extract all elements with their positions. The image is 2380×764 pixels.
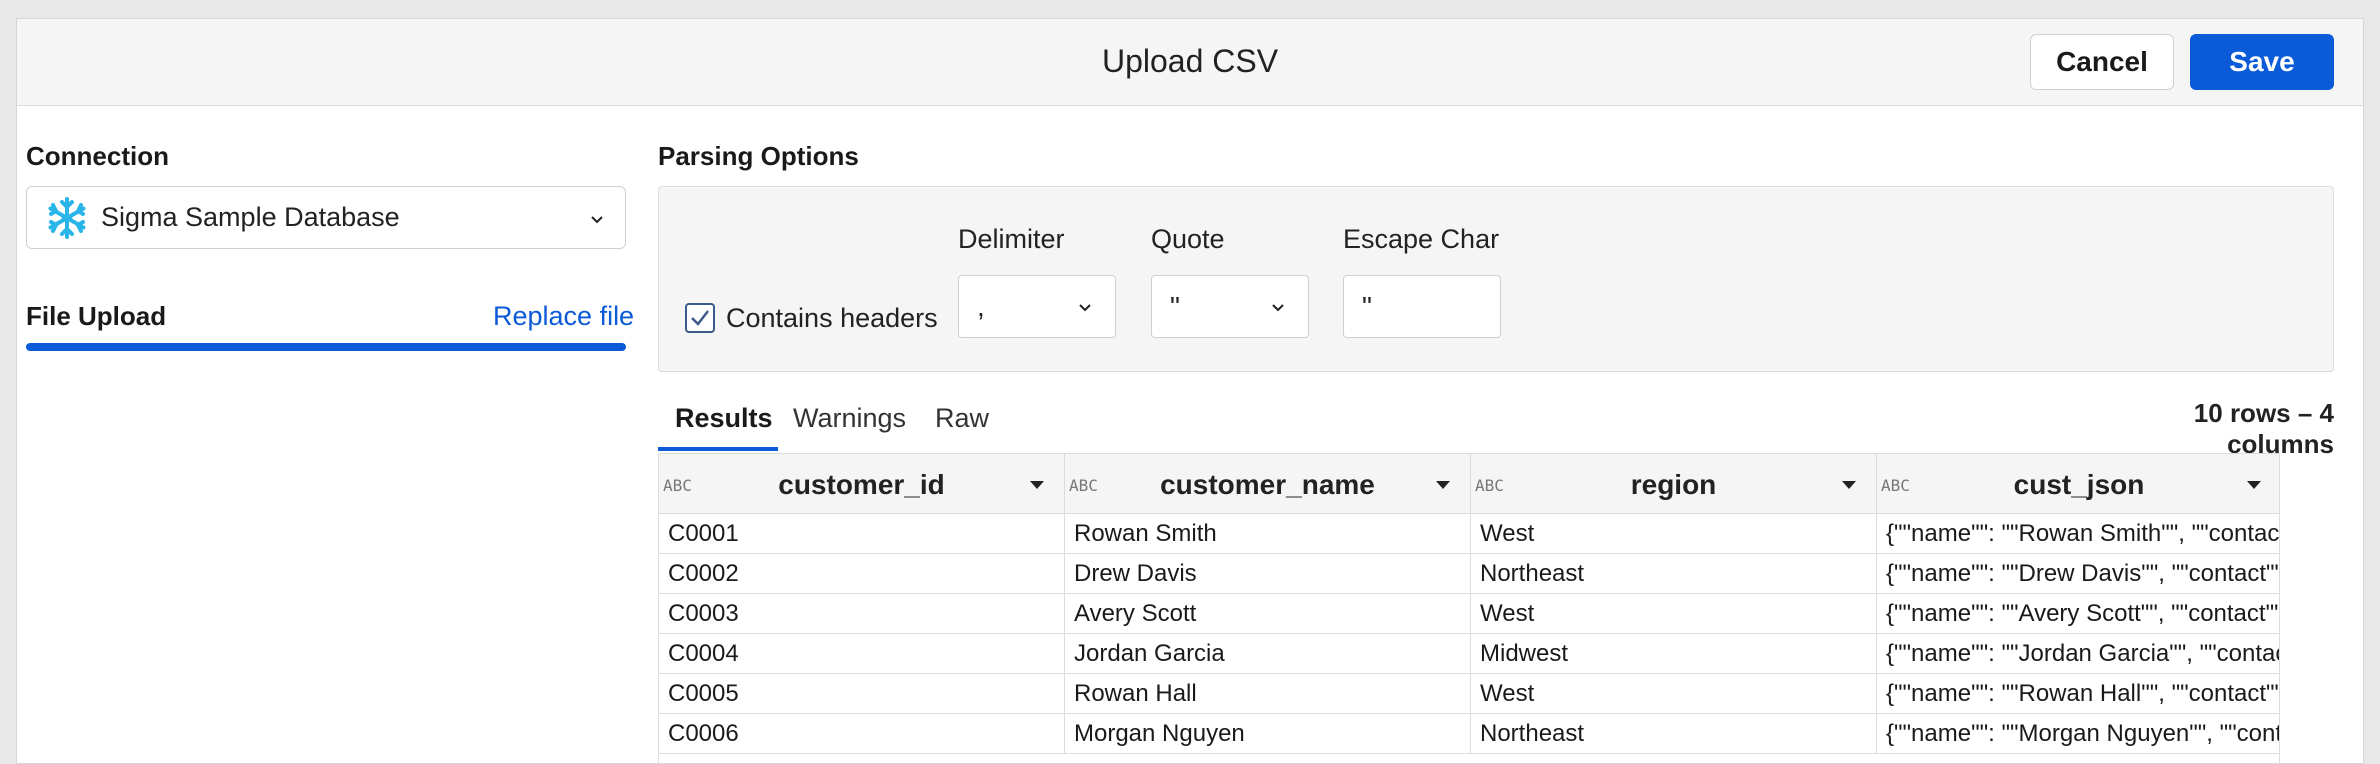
active-tab-indicator <box>658 447 778 451</box>
save-button[interactable]: Save <box>2190 34 2334 90</box>
table-cell: Morgan Nguyen <box>1065 714 1471 754</box>
table-cell: Avery Scott <box>1065 594 1471 634</box>
column-header-label: region <box>1630 469 1717 500</box>
caret-down-icon[interactable] <box>1030 481 1044 489</box>
delimiter-value: , <box>977 291 985 322</box>
tab-warnings[interactable]: Warnings <box>793 403 906 434</box>
preview-table: ABC customer_id ABC customer_name ABC re… <box>658 453 2280 763</box>
table-cell: Drew Davis <box>1065 554 1471 594</box>
chevron-down-icon <box>1079 304 1091 312</box>
table-row: C0002 Drew Davis Northeast {""name"": ""… <box>659 554 2280 594</box>
table-row: C0004 Jordan Garcia Midwest {""name"": "… <box>659 634 2280 674</box>
table-cell: C0006 <box>659 714 1065 754</box>
replace-file-link[interactable]: Replace file <box>493 301 634 332</box>
table-cell: C0003 <box>659 594 1065 634</box>
connection-select[interactable]: Sigma Sample Database <box>26 186 626 249</box>
parsing-options-label: Parsing Options <box>658 141 859 171</box>
upload-progress-bar <box>26 343 626 351</box>
chevron-down-icon <box>591 216 603 224</box>
table-cell: C0002 <box>659 554 1065 594</box>
column-header[interactable]: ABC region <box>1471 454 1877 514</box>
caret-down-icon[interactable] <box>1842 481 1856 489</box>
quote-value: " <box>1170 291 1180 322</box>
tab-raw[interactable]: Raw <box>935 403 989 434</box>
column-header[interactable]: ABC customer_id <box>659 454 1065 514</box>
table-cell: Rowan Smith <box>1065 514 1471 554</box>
table-row: C0006 Morgan Nguyen Northeast {""name"":… <box>659 714 2280 754</box>
escape-char-label: Escape Char <box>1343 224 1500 254</box>
connection-label: Connection <box>26 141 169 171</box>
file-upload-label: File Upload <box>26 301 167 331</box>
chevron-down-icon <box>1272 304 1284 312</box>
dialog-title: Upload CSV <box>1101 43 1279 79</box>
column-header-label: customer_id <box>778 469 945 500</box>
check-icon <box>691 310 709 326</box>
caret-down-icon[interactable] <box>2247 481 2261 489</box>
table-row: C0005 Rowan Hall West {""name"": ""Rowan… <box>659 674 2280 714</box>
snowflake-icon <box>48 196 86 239</box>
column-header-label: cust_json <box>2013 469 2145 500</box>
table-cell: {""name"": ""Avery Scott"", ""contact"":… <box>1886 600 2280 627</box>
table-cell: West <box>1471 514 1877 554</box>
table-cell: C0005 <box>659 674 1065 714</box>
cancel-button[interactable]: Cancel <box>2030 34 2174 90</box>
delimiter-select[interactable]: , <box>958 275 1116 338</box>
quote-select[interactable]: " <box>1151 275 1309 338</box>
connection-value: Sigma Sample Database <box>101 202 400 232</box>
contains-headers-label: Contains headers <box>726 303 938 333</box>
escape-char-input[interactable]: " <box>1343 275 1501 338</box>
table-cell: Northeast <box>1471 714 1877 754</box>
caret-down-icon[interactable] <box>1436 481 1450 489</box>
table-cell: {""name"": ""Rowan Smith"", ""contact"" <box>1886 520 2280 547</box>
table-cell: C0004 <box>659 634 1065 674</box>
escape-char-value: " <box>1362 291 1372 322</box>
table-cell: {""name"": ""Drew Davis"", ""contact"": … <box>1886 560 2280 587</box>
table-cell: Northeast <box>1471 554 1877 594</box>
row-column-summary: 10 rows – 4 columns <box>2193 398 2334 459</box>
table-cell: West <box>1471 594 1877 634</box>
contains-headers-checkbox[interactable] <box>685 303 715 333</box>
table-cell: {""name"": ""Jordan Garcia"", ""contact"… <box>1886 640 2280 667</box>
column-header[interactable]: ABC cust_json <box>1877 454 2279 514</box>
tab-results[interactable]: Results <box>675 403 773 434</box>
table-cell: C0001 <box>659 514 1065 554</box>
table-cell: {""name"": ""Rowan Hall"", ""contact"": … <box>1886 680 2280 707</box>
table-cell: Midwest <box>1471 634 1877 674</box>
table-row: C0001 Rowan Smith West {""name"": ""Rowa… <box>659 514 2280 554</box>
table-cell: West <box>1471 674 1877 714</box>
table-cell: Jordan Garcia <box>1065 634 1471 674</box>
table-cell: Rowan Hall <box>1065 674 1471 714</box>
column-header[interactable]: ABC customer_name <box>1065 454 1471 514</box>
table-row: C0003 Avery Scott West {""name"": ""Aver… <box>659 594 2280 634</box>
quote-label: Quote <box>1151 224 1225 254</box>
dialog-header: Upload CSV Cancel Save <box>17 19 2363 106</box>
delimiter-label: Delimiter <box>958 224 1065 254</box>
upload-csv-dialog: Upload CSV Cancel Save Connection Sigma … <box>16 18 2364 764</box>
table-cell: {""name"": ""Morgan Nguyen"", ""contac <box>1886 720 2280 747</box>
column-header-label: customer_name <box>1160 469 1375 500</box>
